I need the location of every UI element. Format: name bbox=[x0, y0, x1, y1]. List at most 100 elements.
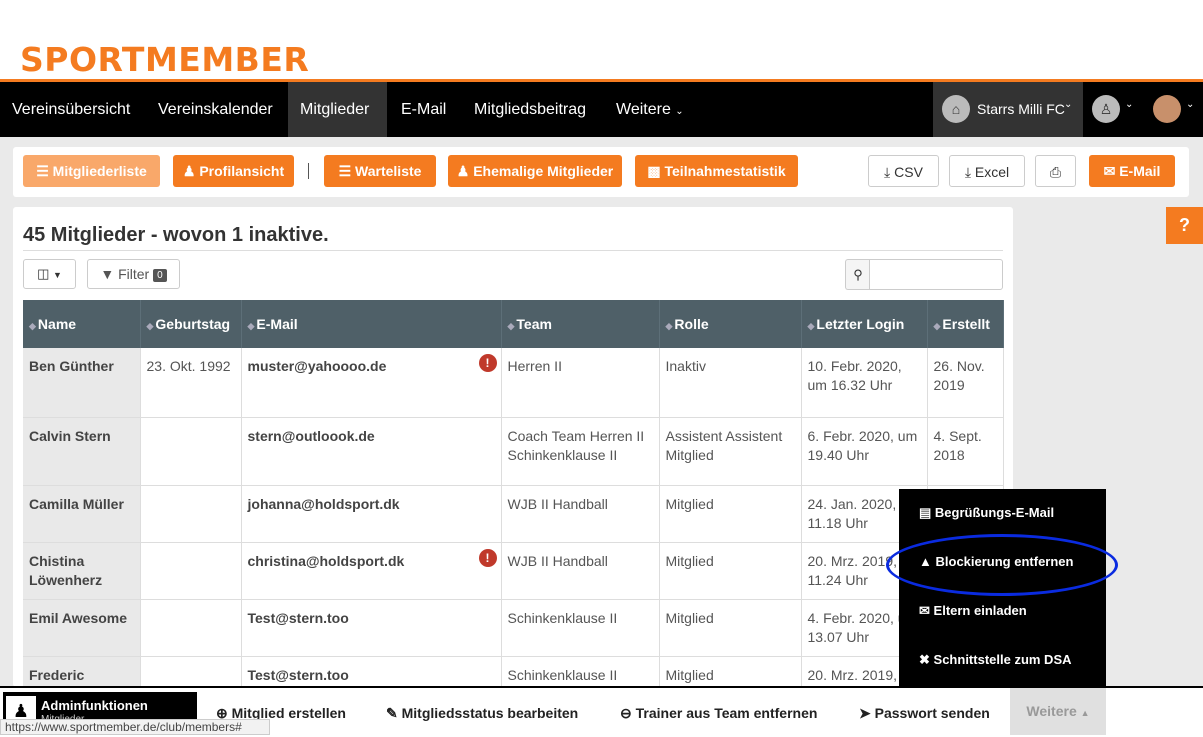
filter-button[interactable]: ▼ Filter 0 bbox=[87, 259, 180, 289]
chevron-down-icon: ⌄ bbox=[1125, 99, 1134, 110]
table-row[interactable]: Chistina Löwenherz christina@holdsport.d… bbox=[23, 542, 1004, 600]
col-header-role[interactable]: ◆ Rolle bbox=[659, 300, 802, 348]
bar-chart-icon: ▩ bbox=[647, 163, 661, 179]
paper-plane-icon: ➤ bbox=[859, 705, 871, 721]
nav-mitglieder[interactable]: Mitglieder bbox=[288, 82, 387, 137]
avatar bbox=[1153, 95, 1181, 123]
cell-team: Coach Team Herren II Schinkenklause II bbox=[501, 417, 660, 486]
table-header-row: ◆ Name ◆ Geburtstag ◆ E-Mail ◆ Team ◆ Rolle ◆… bbox=[23, 300, 1004, 348]
cell-birthday bbox=[140, 599, 242, 657]
col-header-last-login[interactable]: ◆ Letzter Login bbox=[801, 300, 928, 348]
cell-name[interactable]: Camilla Müller bbox=[23, 485, 141, 543]
home-icon: ⌂ bbox=[942, 95, 970, 123]
highlight-annotation bbox=[886, 534, 1118, 596]
cell-name[interactable]: Emil Awesome bbox=[23, 599, 141, 657]
list-icon: ☰ bbox=[338, 163, 352, 179]
table-row[interactable]: Camilla Müller johanna@holdsport.dk WJB … bbox=[23, 485, 1004, 543]
members-table: ◆ Name ◆ Geburtstag ◆ E-Mail ◆ Team ◆ Rolle ◆… bbox=[23, 300, 1004, 714]
chevron-down-icon: ⌄ bbox=[675, 106, 684, 117]
former-members-button[interactable]: ♟ Ehemalige Mitglieder bbox=[448, 155, 622, 187]
download-icon: ⤓ bbox=[964, 164, 972, 180]
pencil-icon: ✎ bbox=[386, 705, 398, 721]
user-icon: ♟ bbox=[182, 163, 196, 179]
edit-status-button[interactable]: ✎ Mitgliedsstatus bearbeiten bbox=[386, 705, 578, 722]
print-button[interactable]: ⎙ bbox=[1035, 155, 1076, 187]
waitlist-button[interactable]: ☰ Warteliste bbox=[324, 155, 436, 187]
team-menu[interactable]: ♙ ⌄ bbox=[1092, 82, 1137, 137]
welcome-email-item[interactable]: ▤ Begrüßungs-E-Mail bbox=[919, 505, 1054, 521]
col-header-team[interactable]: ◆ Team bbox=[501, 300, 660, 348]
cell-role: Mitglied bbox=[659, 599, 802, 657]
warning-icon[interactable]: ! bbox=[478, 548, 497, 567]
cell-team: WJB II Handball bbox=[501, 542, 660, 600]
nav-email[interactable]: E-Mail bbox=[389, 82, 458, 137]
print-icon: ⎙ bbox=[1049, 164, 1062, 180]
invite-parents-item[interactable]: ✉ Eltern einladen bbox=[919, 603, 1027, 619]
cell-email[interactable]: stern@outloook.de bbox=[241, 417, 502, 486]
col-header-email[interactable]: ◆ E-Mail bbox=[241, 300, 502, 348]
excel-export-button[interactable]: ⤓ Excel bbox=[949, 155, 1025, 187]
cell-birthday: 23. Okt. 1992 bbox=[140, 348, 242, 418]
help-button[interactable]: ? bbox=[1166, 207, 1203, 244]
chevron-down-icon: ⌄ bbox=[1186, 99, 1195, 110]
profile-view-button[interactable]: ♟ Profilansicht bbox=[173, 155, 294, 187]
caret-up-icon: ▲ bbox=[1080, 708, 1090, 718]
search-input[interactable] bbox=[869, 259, 1003, 290]
admin-title: Adminfunktionen bbox=[41, 698, 148, 713]
club-switcher[interactable]: ⌂ Starrs Milli FC ⌄ bbox=[933, 82, 1083, 137]
user-menu[interactable]: ⌄ bbox=[1153, 82, 1198, 137]
team-icon: ♙ bbox=[1092, 95, 1120, 123]
members-list-button[interactable]: ☰ Mitgliederliste bbox=[23, 155, 160, 187]
cell-name[interactable]: Calvin Stern bbox=[23, 417, 141, 486]
table-row[interactable]: Ben Günther 23. Okt. 1992 muster@yahoooo… bbox=[23, 348, 1004, 418]
cell-team: Schinkenklause II bbox=[501, 599, 660, 657]
attendance-stats-button[interactable]: ▩ Teilnahmestatistik bbox=[635, 155, 798, 187]
more-actions-button[interactable]: Weitere ▲ bbox=[1010, 688, 1106, 735]
search-icon: ⚲ bbox=[845, 259, 870, 290]
cell-team: Herren II bbox=[501, 348, 660, 418]
cell-role: Mitglied bbox=[659, 485, 802, 543]
email-button[interactable]: ✉ E-Mail bbox=[1089, 155, 1175, 187]
columns-icon: ◫ bbox=[37, 266, 50, 281]
cell-email[interactable]: johanna@holdsport.dk bbox=[241, 485, 502, 543]
cell-email[interactable]: Test@stern.too bbox=[241, 599, 502, 657]
cell-last-login: 6. Febr. 2020, um 19.40 Uhr bbox=[801, 417, 928, 486]
cell-name[interactable]: Ben Günther bbox=[23, 348, 141, 418]
warning-icon[interactable]: ! bbox=[478, 354, 497, 372]
col-header-name[interactable]: ◆ Name bbox=[23, 300, 141, 348]
nav-vereinsuebersicht[interactable]: Vereinsübersicht bbox=[0, 82, 142, 137]
table-row[interactable]: Calvin Stern stern@outloook.de Coach Tea… bbox=[23, 417, 1004, 486]
download-icon: ⤓ bbox=[884, 164, 891, 180]
sportmember-logo[interactable]: SPORTMEMBER bbox=[20, 40, 309, 79]
club-name: Starrs Milli FC bbox=[977, 101, 1065, 117]
table-row[interactable]: Emil Awesome Test@stern.too Schinkenklau… bbox=[23, 599, 1004, 657]
minus-circle-icon: ⊖ bbox=[620, 705, 632, 721]
cell-role: Mitglied bbox=[659, 542, 802, 600]
envelope-icon: ✉ bbox=[919, 603, 930, 618]
send-password-button[interactable]: ➤ Passwort senden bbox=[859, 705, 990, 722]
cell-last-login: 10. Febr. 2020, um 16.32 Uhr bbox=[801, 348, 928, 418]
newspaper-icon: ▤ bbox=[919, 505, 932, 520]
column-chooser-button[interactable]: ◫ ▼ bbox=[23, 259, 76, 289]
csv-export-button[interactable]: ⤓ CSV bbox=[868, 155, 939, 187]
title-divider bbox=[23, 250, 1003, 251]
remove-trainer-button[interactable]: ⊖ Trainer aus Team entfernen bbox=[620, 705, 817, 722]
list-icon: ☰ bbox=[36, 163, 49, 179]
col-header-birthday[interactable]: ◆ Geburtstag bbox=[140, 300, 242, 348]
cell-email[interactable]: christina@holdsport.dk! bbox=[241, 542, 502, 600]
header: SPORTMEMBER bbox=[0, 0, 1203, 80]
nav-weitere-label: Weitere bbox=[616, 101, 671, 118]
nav-mitgliedsbeitrag[interactable]: Mitgliedsbeitrag bbox=[462, 82, 598, 137]
cell-name[interactable]: Chistina Löwenherz bbox=[23, 542, 141, 600]
status-bar-url: https://www.sportmember.de/club/members# bbox=[0, 719, 270, 735]
cell-email[interactable]: muster@yahoooo.de! bbox=[241, 348, 502, 418]
nav-vereinskalender[interactable]: Vereinskalender bbox=[146, 82, 285, 137]
filter-count-badge: 0 bbox=[153, 269, 167, 282]
dsa-interface-item[interactable]: ✖ Schnittstelle zum DSA bbox=[919, 652, 1072, 668]
cell-birthday bbox=[140, 485, 242, 543]
cell-role: Assistent Assistent Mitglied bbox=[659, 417, 802, 486]
cell-role: Inaktiv bbox=[659, 348, 802, 418]
nav-weitere[interactable]: Weitere ⌄ bbox=[604, 82, 696, 137]
col-header-created[interactable]: ◆ Erstellt bbox=[927, 300, 1004, 348]
envelope-icon: ✉ bbox=[1103, 163, 1116, 179]
